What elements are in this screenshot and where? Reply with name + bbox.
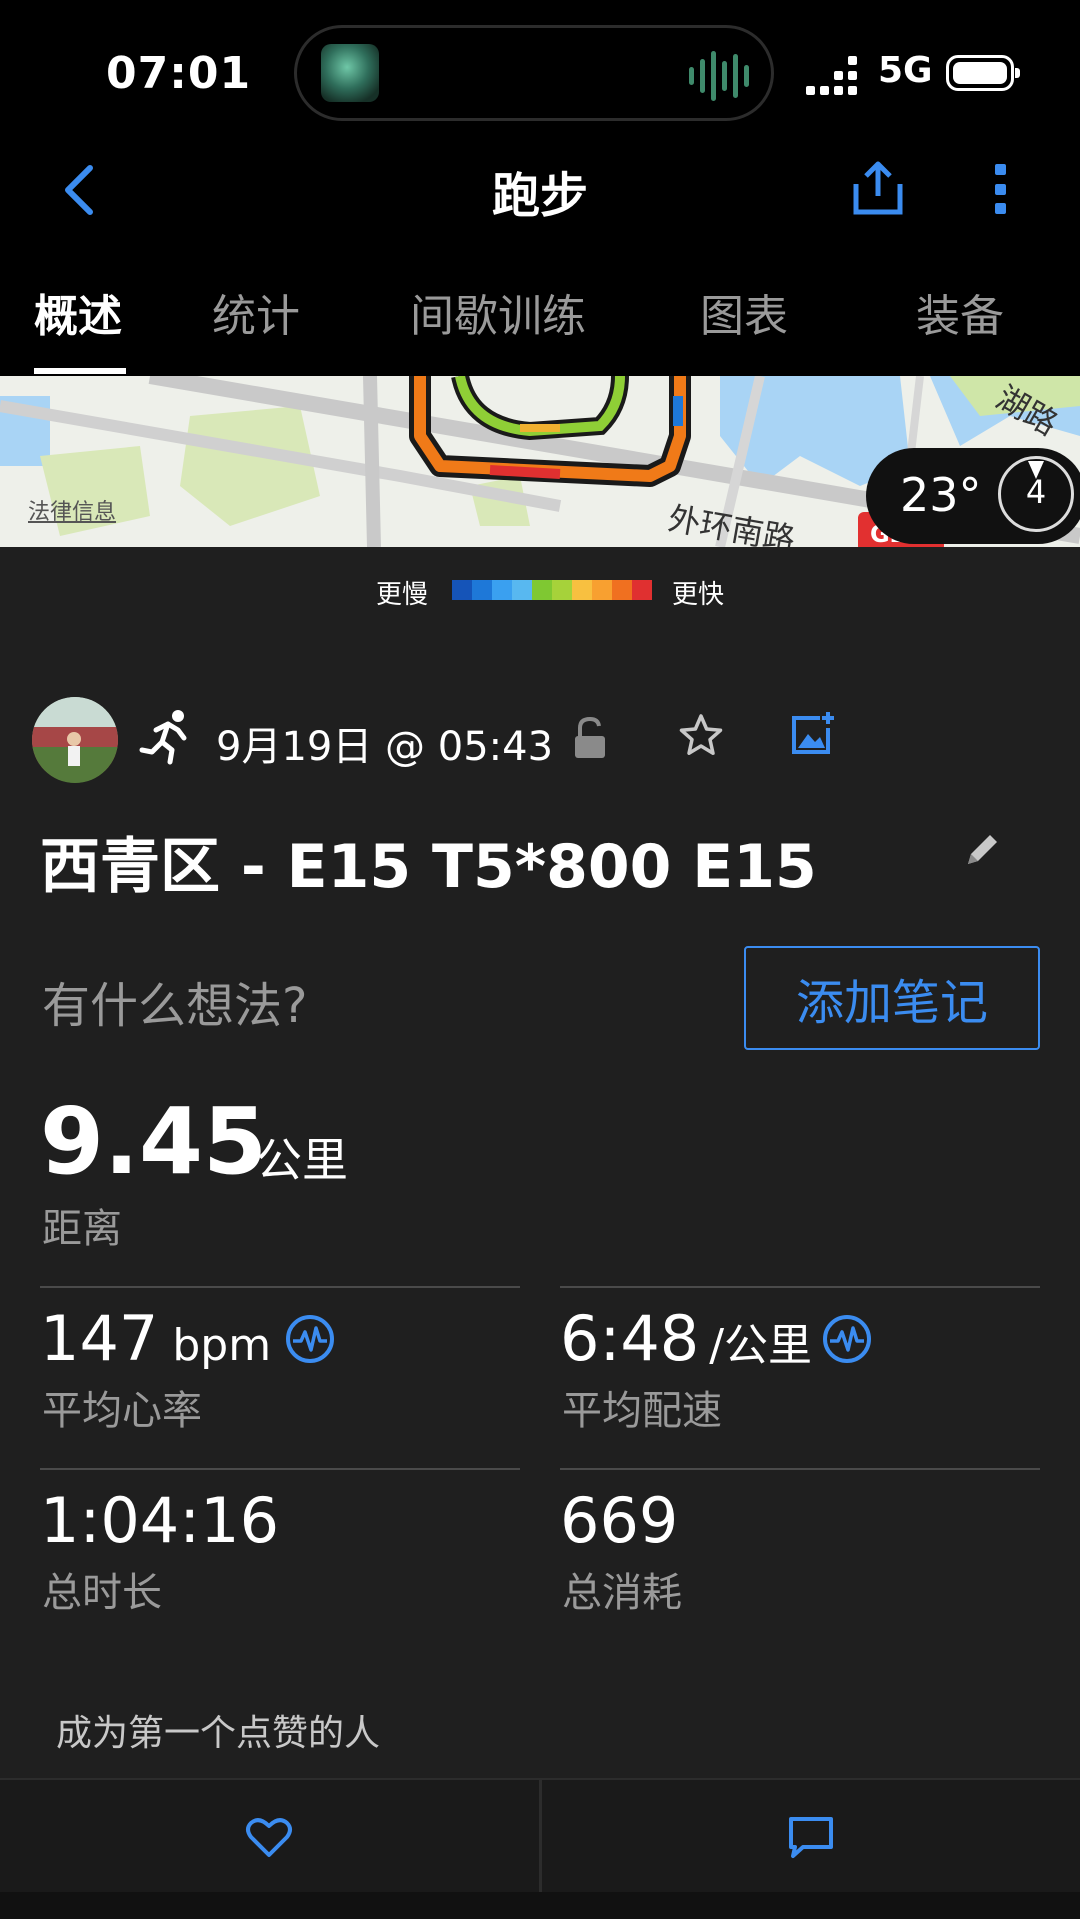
divider (560, 1468, 1040, 1470)
dynamic-island[interactable] (294, 25, 774, 121)
pace-legend-swatch (492, 580, 512, 600)
tab-active-indicator (34, 368, 126, 374)
tab-intervals[interactable]: 间歇训练 (410, 280, 586, 344)
calories-label: 总消耗 (562, 1570, 682, 1616)
pace-stat[interactable]: 6:48 /公里 (560, 1302, 872, 1375)
more-vertical-icon[interactable] (990, 164, 1010, 214)
status-time: 07:01 (106, 48, 252, 99)
pace-legend-swatch (472, 580, 492, 600)
signal-icon (806, 56, 857, 95)
distance-value: 9.45 (40, 1088, 267, 1195)
comment-button[interactable] (538, 1780, 1080, 1894)
pace-legend-swatch (552, 580, 572, 600)
wind-dial-icon: 4 (998, 456, 1074, 532)
pace-zone-icon (823, 1314, 872, 1363)
activity-datetime: 9月19日 @ 05:43 (216, 724, 554, 770)
heart-rate-zone-icon (286, 1314, 335, 1363)
share-button[interactable] (852, 160, 904, 216)
duration-label: 总时长 (42, 1570, 162, 1616)
heart-rate-unit: bpm (172, 1320, 272, 1371)
calories-value: 669 (560, 1484, 679, 1557)
pace-legend-swatch (632, 580, 652, 600)
action-bar (0, 1778, 1080, 1894)
running-person-icon (138, 708, 194, 766)
avatar[interactable] (32, 697, 118, 783)
tab-overview[interactable]: 概述 (34, 280, 122, 344)
heart-rate-label: 平均心率 (42, 1388, 202, 1434)
edit-pencil-icon[interactable] (962, 828, 1004, 870)
weather-temperature: 23° (900, 468, 982, 522)
like-button[interactable] (0, 1780, 539, 1894)
share-icon (853, 161, 903, 215)
star-icon[interactable] (678, 712, 724, 758)
top-bar: 07:01 5G 跑步 概述 统计 间歇训练 图表 装备 (0, 0, 1080, 376)
tab-charts[interactable]: 图表 (700, 280, 788, 344)
distance-label: 距离 (42, 1206, 122, 1252)
pace-legend-swatch (592, 580, 612, 600)
duration-value: 1:04:16 (40, 1484, 280, 1557)
pace-legend-swatch (612, 580, 632, 600)
audio-wave-icon (689, 50, 749, 102)
weather-badge[interactable]: 23° 4 (866, 448, 1080, 544)
avatar-photo (32, 697, 118, 783)
note-prompt[interactable]: 有什么想法? (42, 966, 307, 1036)
distance-unit: 公里 (256, 1133, 348, 1187)
activity-title: 西青区 - E15 T5*800 E15 (40, 832, 817, 902)
pace-legend-slow: 更慢 (376, 580, 429, 610)
heart-rate-value: 147 (40, 1302, 159, 1375)
battery-icon (946, 55, 1020, 91)
pace-legend-swatch (572, 580, 592, 600)
unlock-icon[interactable] (572, 716, 608, 760)
divider (40, 1468, 520, 1470)
pace-legend-swatch (452, 580, 472, 600)
add-note-button[interactable]: 添加笔记 (744, 946, 1040, 1050)
pace-legend-gradient (452, 580, 652, 600)
now-playing-artwork[interactable] (321, 44, 379, 102)
pace-label: 平均配速 (562, 1388, 722, 1434)
pace-value: 6:48 (560, 1302, 700, 1375)
pace-legend-swatch (532, 580, 552, 600)
divider (560, 1286, 1040, 1288)
divider (40, 1286, 520, 1288)
tab-stats[interactable]: 统计 (212, 280, 300, 344)
comment-icon (788, 1817, 833, 1858)
map-legal-link[interactable]: 法律信息 (28, 494, 116, 526)
pace-legend-fast: 更快 (672, 580, 725, 610)
heart-rate-stat[interactable]: 147 bpm (40, 1302, 335, 1375)
pace-unit: /公里 (709, 1320, 813, 1371)
tab-gear[interactable]: 装备 (916, 280, 1004, 344)
pace-legend-swatch (512, 580, 532, 600)
heart-icon (246, 1818, 293, 1857)
add-photo-icon[interactable] (790, 710, 836, 756)
tab-bar: 概述 统计 间歇训练 图表 装备 (0, 280, 1080, 376)
home-indicator-area (0, 1892, 1080, 1919)
network-type: 5G (878, 50, 933, 91)
like-prompt: 成为第一个点赞的人 (56, 1713, 381, 1754)
wind-speed: 4 (1025, 473, 1047, 511)
page-title: 跑步 (491, 168, 588, 224)
